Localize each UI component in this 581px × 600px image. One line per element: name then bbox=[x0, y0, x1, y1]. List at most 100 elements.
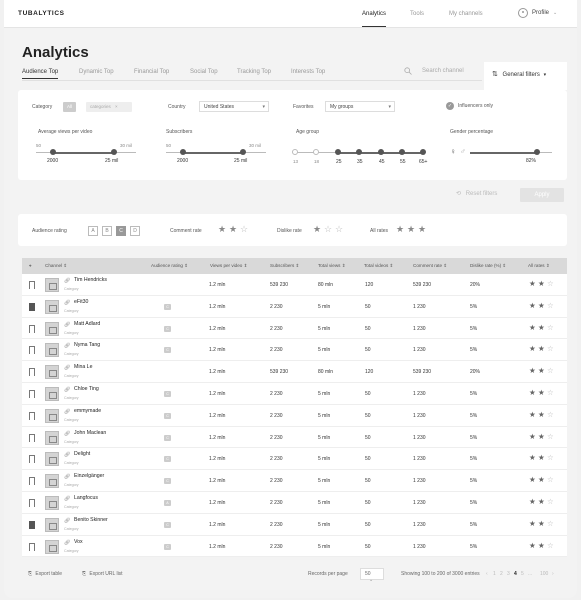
link-icon[interactable]: 🔗︎ bbox=[64, 518, 70, 524]
nav-my-channels[interactable]: My channels bbox=[449, 11, 483, 17]
records-per-page-select[interactable]: 50 ⌄ bbox=[360, 568, 384, 583]
favorites-select[interactable]: My groups bbox=[325, 101, 395, 112]
channel-thumbnail[interactable] bbox=[45, 321, 59, 336]
table-row[interactable]: 🔗︎ Vox Category C 1.2 mln 2 230 5 mln 50 1 230 5%… bbox=[22, 535, 567, 558]
table-row[interactable]: 🔗︎ eFit30 Category C 1.2 mln 2 230 5 mln 50 1 23… bbox=[22, 295, 567, 318]
channel-thumbnail[interactable] bbox=[45, 365, 59, 380]
col-dislike-rate[interactable]: Dislike rate (%) ⇕ bbox=[470, 263, 506, 269]
reset-filters-button[interactable]: ⟲ Reset filters bbox=[456, 190, 497, 197]
tab-interests-top[interactable]: Interests Top bbox=[291, 69, 325, 75]
table-row[interactable]: 🔗︎ Benito Skinner Category C 1.2 mln 2 230 5 m… bbox=[22, 513, 567, 536]
bookmark-icon[interactable] bbox=[29, 411, 35, 420]
bookmark-icon[interactable] bbox=[29, 281, 35, 289]
link-icon[interactable]: 🔗︎ bbox=[64, 343, 70, 349]
col-channel[interactable]: Channel ⇕ bbox=[45, 263, 67, 269]
apply-button[interactable]: Apply bbox=[520, 188, 564, 202]
link-icon[interactable]: 🔗︎ bbox=[64, 365, 70, 371]
bookmark-icon[interactable] bbox=[29, 455, 35, 464]
link-icon[interactable]: 🔗︎ bbox=[64, 496, 70, 502]
link-icon[interactable]: 🔗︎ bbox=[64, 300, 70, 306]
bookmark-icon[interactable] bbox=[29, 542, 35, 551]
gender-handle[interactable] bbox=[534, 149, 541, 155]
age-stop-55[interactable] bbox=[399, 149, 405, 155]
tab-social-top[interactable]: Social Top bbox=[190, 69, 218, 75]
tab-dynamic-top[interactable]: Dynamic Top bbox=[79, 69, 114, 75]
audience-rating-option-b[interactable]: B bbox=[102, 226, 112, 236]
all-rates-star-icon-3[interactable]: ★ bbox=[418, 225, 426, 234]
bookmark-icon[interactable] bbox=[29, 520, 35, 529]
bookmark-icon[interactable] bbox=[29, 477, 35, 486]
bookmark-icon[interactable] bbox=[29, 433, 35, 442]
profile-menu[interactable]: Profile ⌄ bbox=[518, 8, 557, 18]
channel-name[interactable]: Matt Adlard bbox=[74, 321, 100, 327]
influencers-only-checkbox[interactable]: ✓ Influencers only bbox=[446, 102, 493, 110]
avg-views-max-handle[interactable] bbox=[111, 149, 117, 155]
tab-tracking-top[interactable]: Tracking Top bbox=[237, 69, 271, 75]
channel-name[interactable]: Benito Skinner bbox=[74, 517, 108, 523]
bookmark-icon[interactable] bbox=[29, 390, 35, 398]
subs-min-handle[interactable] bbox=[180, 149, 186, 155]
channel-thumbnail[interactable] bbox=[45, 496, 59, 510]
all-rates-star-icon-1[interactable]: ★ bbox=[396, 225, 404, 234]
audience-rating-option-a[interactable]: A bbox=[88, 226, 98, 236]
page-100[interactable]: 100 bbox=[540, 571, 548, 577]
bookmark-icon[interactable] bbox=[29, 368, 35, 377]
age-stop-35[interactable] bbox=[356, 149, 362, 155]
channel-name[interactable]: Mina Le bbox=[74, 364, 92, 370]
link-icon[interactable]: 🔗︎ bbox=[64, 278, 70, 284]
general-filters-button[interactable]: ⇅ General filters ▾ bbox=[484, 62, 567, 90]
dislike-rate-star-icon-1[interactable]: ★ bbox=[313, 225, 321, 234]
bookmark-icon[interactable] bbox=[29, 324, 35, 333]
channel-name[interactable]: Vox bbox=[74, 539, 83, 545]
nav-analytics[interactable]: Analytics bbox=[362, 11, 387, 27]
bookmark-icon[interactable] bbox=[29, 346, 35, 355]
channel-thumbnail[interactable] bbox=[45, 430, 59, 445]
page-1[interactable]: 1 bbox=[493, 571, 496, 577]
channel-thumbnail[interactable] bbox=[45, 539, 59, 554]
audience-rating-option-c[interactable]: C bbox=[116, 226, 126, 236]
table-row[interactable]: 🔗︎ Langfocus Category A 1.2 mln 2 230 5 mln 50 1… bbox=[22, 492, 567, 514]
audience-rating-option-d[interactable]: D bbox=[130, 226, 140, 236]
brand-logo[interactable]: TUBALYTICS bbox=[18, 10, 65, 17]
channel-name[interactable]: Langfocus bbox=[74, 495, 98, 501]
table-row[interactable]: 🔗︎ emmymade Category C 1.2 mln 2 230 5 mln 50 1 … bbox=[22, 404, 567, 427]
dislike-rate-star-icon-2[interactable]: ☆ bbox=[324, 225, 332, 234]
bookmark-icon[interactable] bbox=[29, 499, 35, 507]
channel-name[interactable]: emmymade bbox=[74, 408, 101, 414]
age-stop-65[interactable] bbox=[420, 149, 426, 155]
col-subscribers[interactable]: Subscribers ⇕ bbox=[270, 263, 299, 269]
table-row[interactable]: 🔗︎ Nyma Tang Category C 1.2 mln 2 230 5 mln 50 1… bbox=[22, 339, 567, 362]
nav-tools[interactable]: Tools bbox=[410, 11, 424, 17]
category-chip[interactable]: categories × bbox=[86, 102, 132, 112]
link-icon[interactable]: 🔗︎ bbox=[64, 322, 70, 328]
page-5[interactable]: 5 bbox=[521, 571, 524, 577]
table-row[interactable]: 🔗︎ Einzelgänger Category C 1.2 mln 2 230 5 mln… bbox=[22, 470, 567, 492]
channel-name[interactable]: Chloe Ting bbox=[74, 386, 99, 392]
col-comment-rate[interactable]: Comment rate ⇕ bbox=[413, 263, 447, 269]
channel-name[interactable]: John Maclean bbox=[74, 430, 106, 436]
age-stop-25[interactable] bbox=[335, 149, 341, 155]
link-icon[interactable]: 🔗︎ bbox=[64, 431, 70, 437]
channel-thumbnail[interactable] bbox=[45, 408, 59, 423]
comment-rate-star-icon-2[interactable]: ★ bbox=[229, 225, 237, 234]
link-icon[interactable]: 🔗︎ bbox=[64, 452, 70, 458]
channel-thumbnail[interactable] bbox=[45, 474, 59, 489]
channel-name[interactable]: eFit30 bbox=[74, 299, 88, 305]
table-row[interactable]: 🔗︎ Matt Adlard Category C 1.2 mln 2 230 5 mln 5… bbox=[22, 317, 567, 340]
comment-rate-star-icon-1[interactable]: ★ bbox=[218, 225, 226, 234]
channel-thumbnail[interactable] bbox=[45, 278, 59, 292]
channel-thumbnail[interactable] bbox=[45, 343, 59, 358]
all-rates-star-icon-2[interactable]: ★ bbox=[407, 225, 415, 234]
search-channel[interactable]: Search channel bbox=[404, 67, 464, 75]
page-3[interactable]: 3 bbox=[507, 571, 510, 577]
age-stop-45[interactable] bbox=[378, 149, 384, 155]
col-audience-rating[interactable]: Audience rating ⇕ bbox=[151, 263, 188, 269]
export-url-button[interactable]: ⎘ Export URL list bbox=[82, 571, 123, 577]
channel-thumbnail[interactable] bbox=[45, 452, 59, 467]
col-total-views[interactable]: Total views ⇕ bbox=[318, 263, 346, 269]
tab-financial-top[interactable]: Financial Top bbox=[134, 69, 169, 75]
page-next[interactable]: › bbox=[552, 571, 554, 577]
age-stop-18[interactable] bbox=[313, 149, 319, 155]
age-stop-13[interactable] bbox=[292, 149, 298, 155]
dislike-rate-star-icon-3[interactable]: ☆ bbox=[335, 225, 343, 234]
